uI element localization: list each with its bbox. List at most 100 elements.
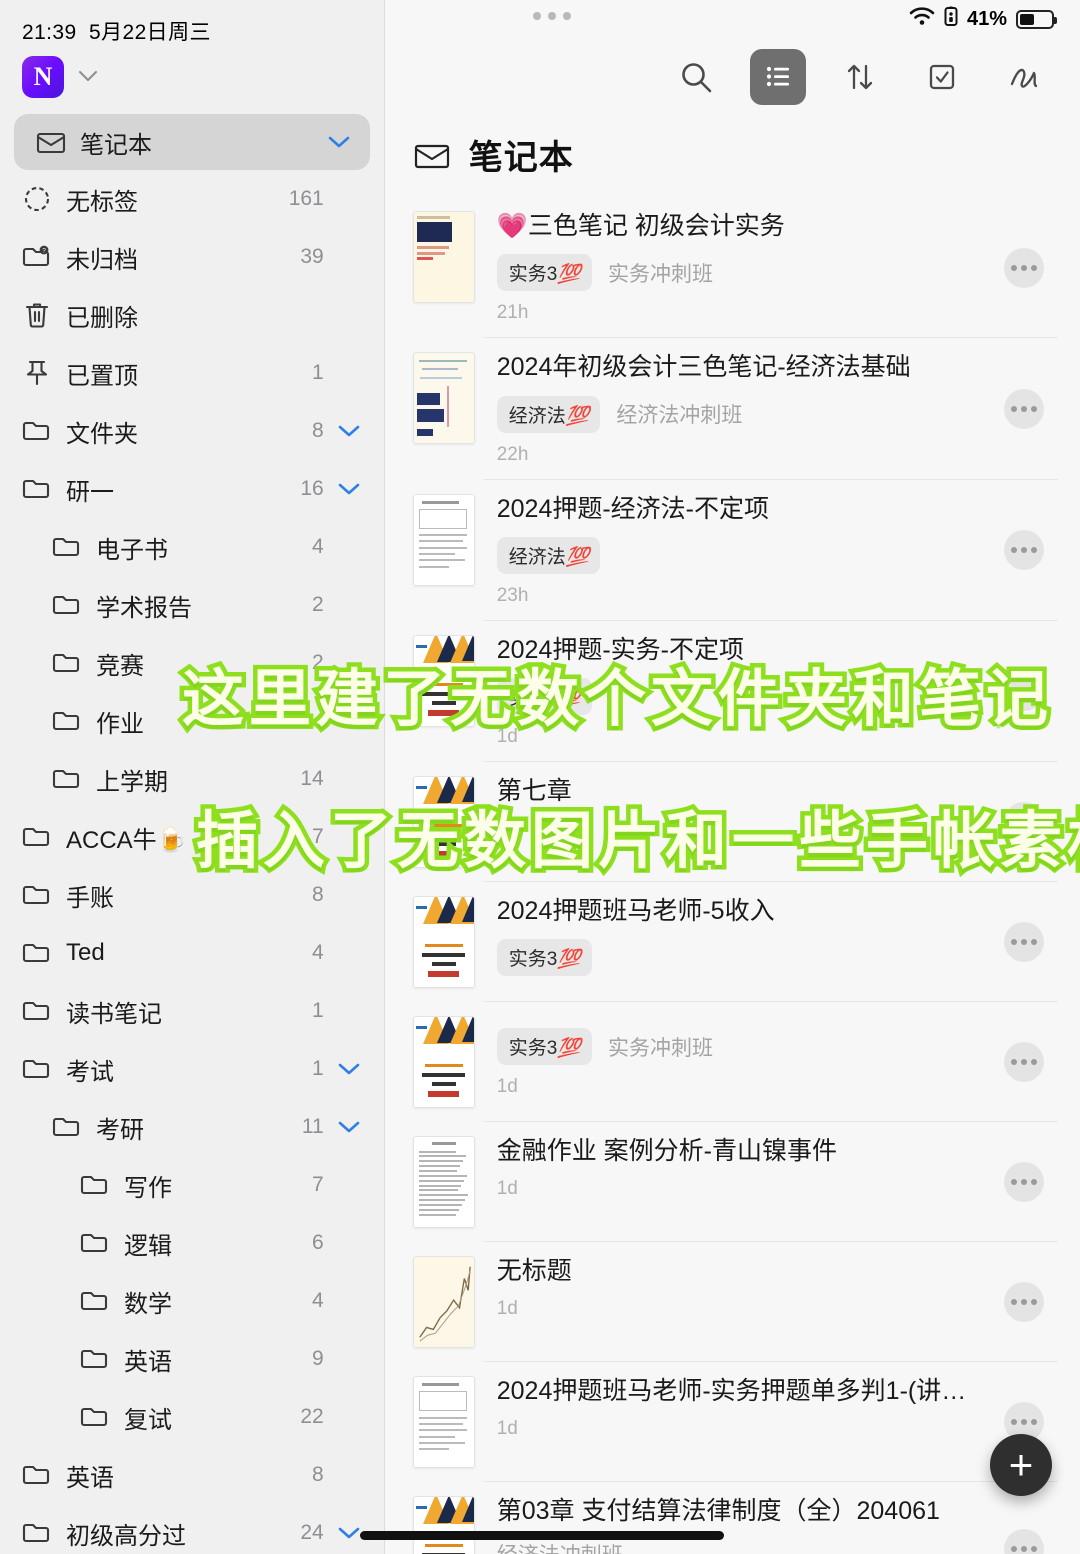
add-note-button[interactable]: + bbox=[990, 1434, 1052, 1496]
note-timestamp: 22h bbox=[496, 443, 529, 465]
sidebar-item-15[interactable]: 读书笔记 1 bbox=[0, 982, 384, 1040]
sort-updown-icon[interactable] bbox=[832, 49, 888, 105]
sidebar-item-label: 已删除 bbox=[66, 304, 138, 332]
note-list-item[interactable]: 金融作业 案例分析-青山镍事件 1d bbox=[385, 1122, 1080, 1242]
sidebar-item-24[interactable]: 初级高分过 24 bbox=[0, 1504, 384, 1554]
sidebar-item-6[interactable]: 研一 16 bbox=[0, 460, 384, 518]
note-more-button[interactable] bbox=[1004, 388, 1044, 429]
note-thumbnail bbox=[412, 1256, 475, 1348]
chevron-down-icon[interactable] bbox=[336, 424, 362, 438]
note-list-item[interactable]: 2024押题-实务-不定项 实务3💯 1d bbox=[385, 621, 1080, 762]
sidebar-item-count: 161 bbox=[288, 187, 324, 210]
sidebar-item-19[interactable]: 逻辑 6 bbox=[0, 1214, 384, 1272]
sidebar-item-label: 已置顶 bbox=[66, 362, 138, 390]
note-more-button[interactable] bbox=[1004, 802, 1044, 842]
sidebar-item-16[interactable]: 考试 1 bbox=[0, 1040, 384, 1098]
note-tag[interactable]: 实务3💯 bbox=[496, 678, 592, 715]
folder-icon bbox=[52, 648, 82, 678]
note-more-button[interactable] bbox=[1004, 1162, 1044, 1202]
sidebar-item-17[interactable]: 考研 11 bbox=[0, 1098, 384, 1156]
sidebar-item-4[interactable]: 已置顶 1 bbox=[0, 344, 384, 402]
folder-icon bbox=[52, 1112, 82, 1142]
note-tag[interactable]: 经济法💯 bbox=[496, 395, 601, 433]
wifi-icon bbox=[909, 6, 935, 32]
sidebar-item-9[interactable]: 竞赛 2 bbox=[0, 634, 384, 692]
folder-icon bbox=[22, 880, 52, 910]
folder-icon bbox=[80, 1402, 110, 1432]
note-more-button[interactable] bbox=[1004, 530, 1044, 571]
sidebar: 21:39 5月22日周三 N 笔记本 无标签 161? 未归档 39 已删除 已置顶 1 文件… bbox=[0, 0, 385, 1554]
sidebar-item-label: 电子书 bbox=[96, 536, 168, 564]
sidebar-item-0[interactable]: 笔记本 bbox=[14, 114, 370, 170]
list-view-icon[interactable] bbox=[750, 49, 806, 105]
note-more-button[interactable] bbox=[1004, 671, 1044, 712]
sidebar-item-21[interactable]: 英语 9 bbox=[0, 1330, 384, 1388]
sidebar-item-20[interactable]: 数学 4 bbox=[0, 1272, 384, 1330]
sidebar-item-count: 6 bbox=[312, 1231, 324, 1254]
note-list-item[interactable]: 实务3💯 实务冲刺班 1d bbox=[385, 1002, 1080, 1122]
sidebar-item-13[interactable]: 手账 8 bbox=[0, 866, 384, 924]
sidebar-item-14[interactable]: Ted 4 bbox=[0, 924, 384, 982]
note-tag[interactable]: 实务3💯 bbox=[496, 939, 592, 977]
sidebar-item-7[interactable]: 电子书 4 bbox=[0, 518, 384, 576]
folder-icon bbox=[80, 1286, 110, 1316]
note-list-item[interactable]: 2024押题班马老师-实务押题单多判1-(讲义版) 1d bbox=[385, 1362, 1080, 1482]
note-list-item[interactable]: 第七章 bbox=[385, 762, 1080, 882]
note-tag-label: 经济法 bbox=[508, 546, 566, 568]
battery-percent: 41% bbox=[966, 7, 1007, 30]
home-indicator[interactable] bbox=[360, 1531, 724, 1540]
checkbox-icon[interactable] bbox=[914, 49, 970, 105]
note-timestamp: 21h bbox=[496, 302, 529, 324]
note-list-item[interactable]: 第03章 支付结算法律制度（全）204061经济法冲刺班1d bbox=[385, 1482, 1080, 1554]
chevron-down-icon[interactable] bbox=[336, 1062, 362, 1076]
sidebar-item-label: 初级高分过 bbox=[66, 1522, 186, 1550]
chevron-down-icon[interactable] bbox=[336, 1526, 362, 1540]
chevron-down-icon[interactable] bbox=[336, 1120, 362, 1134]
note-more-button[interactable] bbox=[1004, 922, 1044, 962]
note-more-button[interactable] bbox=[1004, 1282, 1044, 1322]
folder-question-icon: ? bbox=[22, 242, 52, 272]
sidebar-item-2[interactable]: ? 未归档 39 bbox=[0, 228, 384, 286]
chevron-down-icon[interactable] bbox=[336, 482, 362, 496]
pin-icon bbox=[22, 358, 52, 388]
account-switcher[interactable]: N bbox=[0, 46, 384, 98]
note-list-item[interactable]: 2024押题班马老师-5收入 实务3💯 bbox=[385, 882, 1080, 1002]
note-list-item[interactable]: 2024年初级会计三色笔记-经济法基础 经济法💯 经济法冲刺班 22h bbox=[385, 338, 1080, 480]
sidebar-item-3[interactable]: 已删除 bbox=[0, 286, 384, 344]
note-tag-label: 实务3 bbox=[508, 1038, 558, 1059]
chevron-down-icon[interactable] bbox=[78, 70, 98, 85]
main-toolbar bbox=[385, 38, 1080, 116]
note-more-button[interactable] bbox=[1004, 1042, 1044, 1082]
scribble-icon[interactable] bbox=[996, 49, 1052, 105]
note-timestamp: 23h bbox=[496, 584, 529, 606]
note-title: 2024押题-经济法-不定项 bbox=[496, 494, 770, 523]
note-more-button[interactable] bbox=[1004, 247, 1044, 288]
note-tag[interactable]: 实务3💯 bbox=[496, 1028, 592, 1065]
inbox-icon bbox=[36, 127, 66, 157]
sidebar-item-18[interactable]: 写作 7 bbox=[0, 1156, 384, 1214]
sidebar-item-12[interactable]: ACCA牛🍺 7 bbox=[0, 808, 384, 866]
status-date: 5月22日周三 bbox=[89, 21, 211, 44]
note-list-item[interactable]: 无标题 1d bbox=[385, 1242, 1080, 1362]
sidebar-item-11[interactable]: 上学期 14 bbox=[0, 750, 384, 808]
note-subtitle: 实务冲刺班 bbox=[607, 262, 713, 286]
sidebar-item-22[interactable]: 复试 22 bbox=[0, 1388, 384, 1446]
dashed-circle-icon bbox=[22, 184, 52, 214]
chevron-down-icon[interactable] bbox=[326, 135, 352, 149]
note-title: 无标题 bbox=[496, 1257, 572, 1285]
sidebar-item-5[interactable]: 文件夹 8 bbox=[0, 402, 384, 460]
note-list-item[interactable]: 💗三色笔记 初级会计实务 实务3💯 实务冲刺班 21h bbox=[385, 197, 1080, 339]
sidebar-item-8[interactable]: 学术报告 2 bbox=[0, 576, 384, 634]
sidebar-item-label: 学术报告 bbox=[96, 594, 192, 622]
sidebar-item-1[interactable]: 无标签 161 bbox=[0, 170, 384, 228]
search-icon[interactable] bbox=[668, 49, 724, 105]
note-list-item[interactable]: 2024押题-经济法-不定项经济法💯 23h bbox=[385, 480, 1080, 621]
folder-icon bbox=[80, 1228, 110, 1258]
multitask-dots-icon[interactable] bbox=[532, 12, 571, 20]
note-tag[interactable]: 实务3💯 bbox=[496, 254, 592, 292]
note-tag[interactable]: 经济法💯 bbox=[496, 536, 601, 574]
page-title: 笔记本 bbox=[468, 139, 574, 177]
sidebar-item-23[interactable]: 英语 8 bbox=[0, 1446, 384, 1504]
note-content: 2024押题班马老师-5收入 实务3💯 bbox=[496, 896, 1080, 977]
sidebar-item-10[interactable]: 作业 bbox=[0, 692, 384, 750]
